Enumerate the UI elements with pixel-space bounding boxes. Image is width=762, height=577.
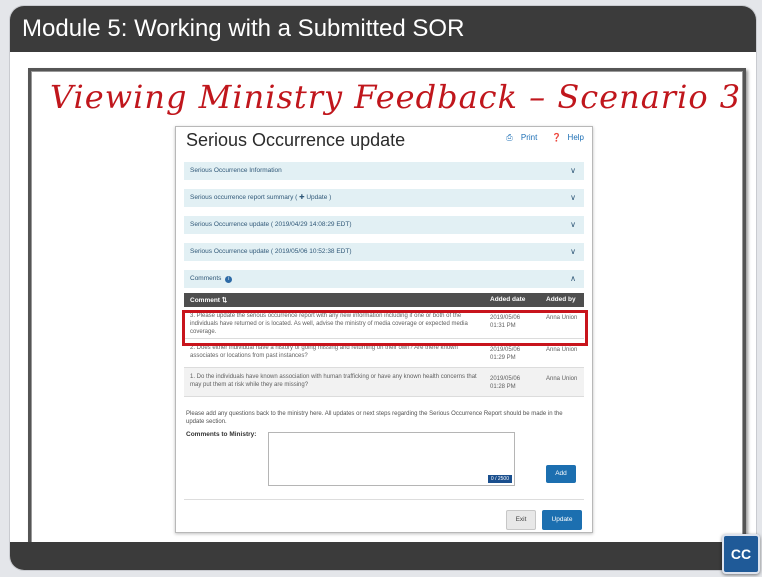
comment-text: 1. Do the individuals have known associa… <box>190 374 477 388</box>
col-added-by: Added by <box>546 296 576 303</box>
exit-button[interactable]: Exit <box>506 510 536 530</box>
panel-title: Serious Occurrence update <box>186 130 406 150</box>
module-title: Module 5: Working with a Submitted SOR <box>10 6 756 52</box>
help-icon: ❓ <box>551 133 562 142</box>
accordion-comments[interactable]: Comments i ∧ <box>184 270 584 288</box>
char-counter: 0 / 2500 <box>487 475 512 483</box>
chevron-down-icon: ∨ <box>570 193 576 202</box>
highlighted-comment-box <box>182 310 588 346</box>
comments-to-ministry-input[interactable]: 0 / 2500 <box>268 432 515 486</box>
sor-update-panel: Serious Occurrence update ⎙ Print ❓ Help … <box>175 126 593 533</box>
accordion-so-information[interactable]: Serious Occurrence Information ∨ <box>184 162 584 180</box>
chevron-down-icon: ∨ <box>570 247 576 256</box>
print-icon: ⎙ <box>506 133 513 142</box>
help-link[interactable]: ❓ Help <box>546 133 584 142</box>
comment-date: 2019/05/06 01:28 PM <box>490 376 521 390</box>
slide-bottom-bar <box>10 542 756 570</box>
comments-to-ministry-label: Comments to Ministry: <box>186 431 257 438</box>
accordion-report-summary[interactable]: Serious occurrence report summary ( ✚ Up… <box>184 189 584 207</box>
info-icon: i <box>225 276 233 283</box>
comment-author: Anna Union <box>546 376 578 382</box>
comment-text: 2. Does either individual have a history… <box>190 345 458 359</box>
add-button[interactable]: Add <box>546 465 576 483</box>
accordion-update-0429[interactable]: Serious Occurrence update ( 2019/04/29 1… <box>184 216 584 234</box>
comment-author: Anna Union <box>546 347 578 353</box>
slide-heading: Viewing Ministry Feedback – Scenario 3 <box>50 78 742 116</box>
table-row: 1. Do the individuals have known associa… <box>184 368 584 397</box>
chevron-up-icon: ∧ <box>570 274 576 283</box>
divider <box>184 499 584 500</box>
accordion-update-0506[interactable]: Serious Occurrence update ( 2019/05/06 1… <box>184 243 584 261</box>
update-button[interactable]: Update <box>542 510 582 530</box>
comments-note: Please add any questions back to the min… <box>186 411 563 425</box>
col-comment[interactable]: Comment ⇅ <box>190 296 227 304</box>
panel-links: ⎙ Print ❓ Help <box>494 133 584 143</box>
chevron-down-icon: ∨ <box>570 166 576 175</box>
print-link[interactable]: ⎙ Print <box>500 133 537 142</box>
col-added-date: Added date <box>490 296 526 303</box>
chevron-down-icon: ∨ <box>570 220 576 229</box>
comment-date: 2019/05/06 01:29 PM <box>490 347 521 361</box>
closed-captions-button[interactable]: CC <box>722 534 760 574</box>
table-header: Comment ⇅ Added date Added by <box>184 293 584 307</box>
